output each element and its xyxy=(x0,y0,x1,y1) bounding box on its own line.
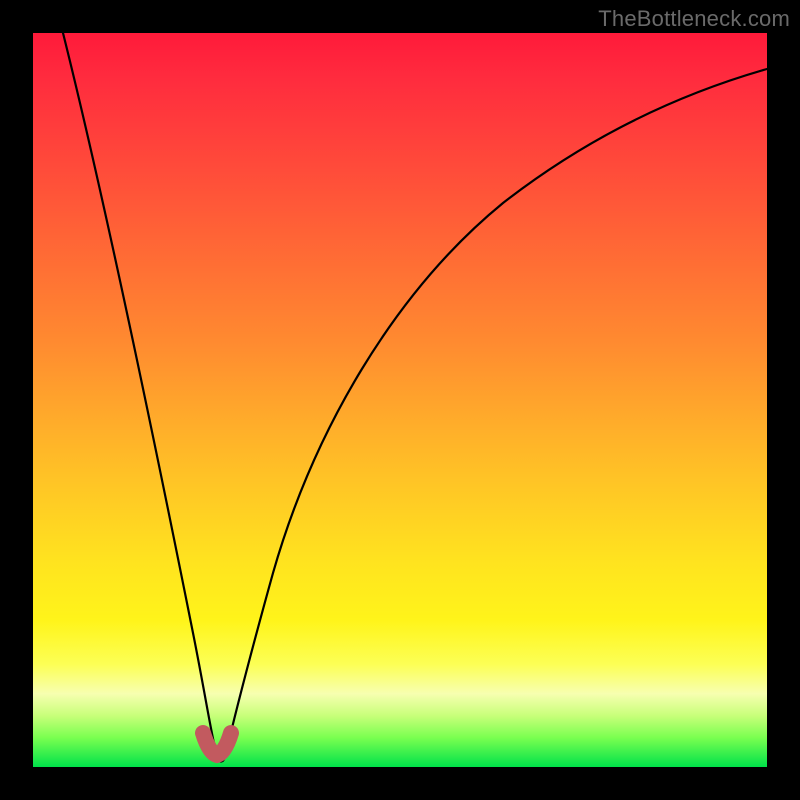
valley-marker xyxy=(203,733,231,755)
plot-area xyxy=(33,33,767,767)
chart-frame: TheBottleneck.com xyxy=(0,0,800,800)
curve-layer xyxy=(33,33,767,767)
bottleneck-curve xyxy=(63,33,767,762)
watermark-text: TheBottleneck.com xyxy=(598,6,790,32)
